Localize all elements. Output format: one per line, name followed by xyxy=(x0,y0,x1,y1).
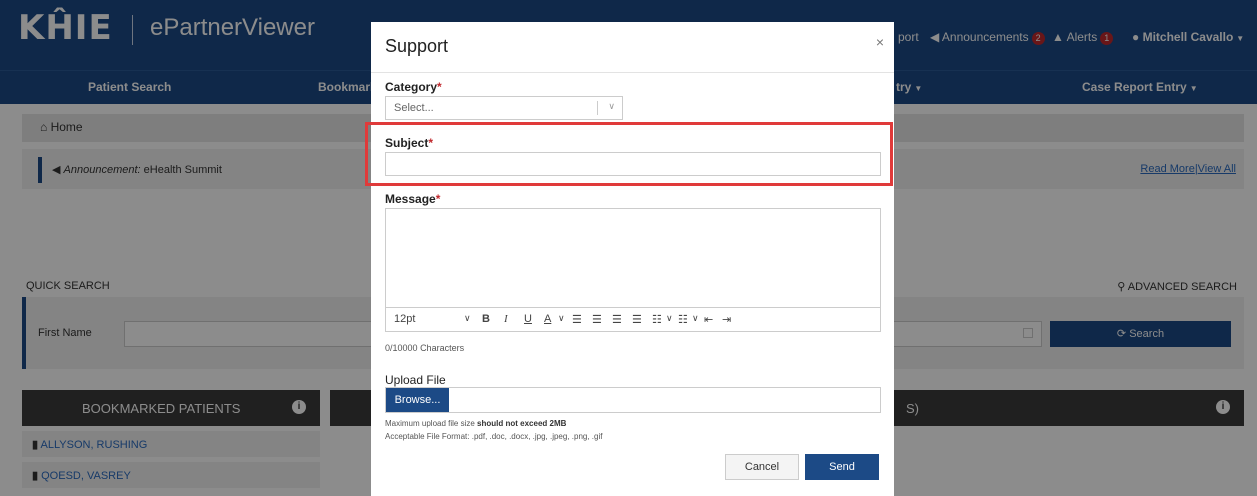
char-suffix: Characters xyxy=(420,343,465,353)
outdent-icon[interactable]: ⇤ xyxy=(704,313,713,326)
chevron-down-icon[interactable]: ∨ xyxy=(666,313,673,324)
file-size-note: Maximum upload file size should not exce… xyxy=(385,419,566,428)
select-divider xyxy=(597,101,598,115)
required-mark: * xyxy=(435,192,441,206)
chevron-down-icon: ∨ xyxy=(608,101,615,111)
font-color-icon[interactable]: A xyxy=(544,313,551,325)
bold-icon[interactable]: B xyxy=(482,313,490,325)
chevron-down-icon[interactable]: ∨ xyxy=(558,313,565,324)
file-size-prefix: Maximum upload file size xyxy=(385,419,475,428)
upload-file-field[interactable]: Browse... xyxy=(385,387,881,413)
message-label-text: Message xyxy=(385,192,436,206)
send-button[interactable]: Send xyxy=(805,454,879,480)
message-editor[interactable] xyxy=(385,208,881,308)
bullet-list-icon[interactable]: ☷ xyxy=(652,313,662,326)
file-format-note: Acceptable File Format: .pdf, .doc, .doc… xyxy=(385,432,602,441)
char-count: 0/10000 xyxy=(385,343,418,353)
file-format-list: .pdf, .doc, .docx, .jpg, .jpeg, .png, .g… xyxy=(471,432,603,441)
modal-divider xyxy=(371,72,894,73)
font-size-select[interactable]: 12pt xyxy=(394,313,415,325)
numbered-list-icon[interactable]: ☷ xyxy=(678,313,688,326)
file-size-limit: should not exceed 2MB xyxy=(477,419,567,428)
align-center-icon[interactable]: ☰ xyxy=(592,313,602,326)
file-format-prefix: Acceptable File Format: xyxy=(385,432,470,441)
subject-highlight-box xyxy=(365,122,893,186)
chevron-down-icon[interactable]: ∨ xyxy=(692,313,699,324)
message-label: Message* xyxy=(385,192,440,206)
close-icon[interactable]: × xyxy=(876,34,884,50)
underline-icon[interactable]: U xyxy=(524,313,532,325)
align-justify-icon[interactable]: ☰ xyxy=(632,313,642,326)
category-label-text: Category xyxy=(385,80,438,94)
chevron-down-icon[interactable]: ∨ xyxy=(464,313,471,324)
browse-button[interactable]: Browse... xyxy=(386,388,449,412)
indent-icon[interactable]: ⇥ xyxy=(722,313,731,326)
character-counter: 0/10000 Characters xyxy=(385,343,464,353)
italic-icon[interactable]: I xyxy=(504,313,508,325)
support-modal: Support × Category* Select... ∨ Subject*… xyxy=(371,22,894,496)
required-mark: * xyxy=(437,80,442,94)
cancel-button[interactable]: Cancel xyxy=(725,454,799,480)
align-right-icon[interactable]: ☰ xyxy=(612,313,622,326)
category-placeholder: Select... xyxy=(394,102,434,114)
align-left-icon[interactable]: ☰ xyxy=(572,313,582,326)
modal-title: Support xyxy=(385,36,449,56)
upload-file-label: Upload File xyxy=(385,373,446,387)
category-label: Category* xyxy=(385,80,442,94)
editor-toolbar: 12pt ∨ B I U A ∨ ☰ ☰ ☰ ☰ ☷ ∨ ☷ ∨ ⇤ ⇥ xyxy=(385,308,881,332)
category-select[interactable]: Select... ∨ xyxy=(385,96,623,120)
